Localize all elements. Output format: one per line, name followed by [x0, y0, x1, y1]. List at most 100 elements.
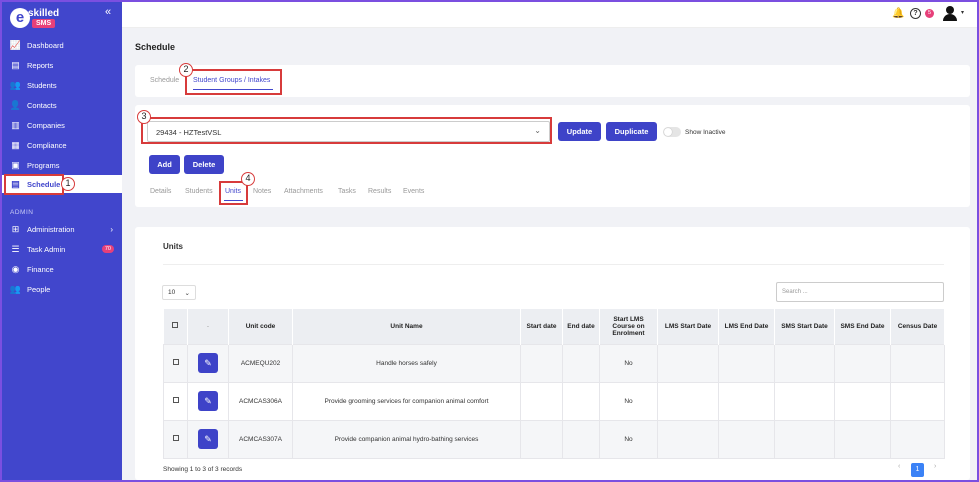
column-header[interactable]: SMS End Date: [834, 309, 891, 344]
collapse-sidebar-icon[interactable]: «: [105, 6, 111, 18]
sidebar-item-programs[interactable]: ▣ Programs: [2, 156, 122, 174]
unit-name-cell: Provide companion animal hydro-bathing s…: [292, 419, 521, 459]
unit-name-cell: Provide grooming services for companion …: [292, 381, 521, 421]
tab-attachments[interactable]: Attachments: [284, 188, 323, 195]
sidebar-item-finance[interactable]: ◉ Finance: [2, 260, 122, 278]
task-count-badge: 70: [101, 245, 114, 253]
lms-start-date-cell: [657, 381, 719, 421]
prev-page-icon[interactable]: ‹: [898, 463, 900, 470]
unit-name-cell: Handle horses safely: [292, 343, 521, 383]
annotation-number-3: 3: [137, 110, 151, 124]
logo-sms: SMS: [32, 19, 56, 28]
sidebar-item-label: Administration: [27, 224, 75, 234]
column-header[interactable]: Census Date: [890, 309, 945, 344]
logo-skilled: skilled: [28, 8, 60, 19]
tab-results[interactable]: Results: [368, 188, 391, 195]
row-checkbox[interactable]: [172, 397, 179, 403]
sidebar-item-label: Compliance: [27, 140, 67, 150]
column-header[interactable]: Unit Name: [292, 309, 521, 344]
column-header[interactable]: SMS Start Date: [774, 309, 835, 344]
select-all-checkbox[interactable]: [172, 322, 179, 329]
table-header-row: - Unit code Unit Name Start date End dat…: [163, 309, 945, 344]
select-all-header[interactable]: [163, 309, 188, 344]
unit-code-cell: ACMEQU202: [228, 343, 293, 383]
sidebar-item-students[interactable]: 👥 Students: [2, 76, 122, 94]
column-header[interactable]: LMS End Date: [718, 309, 775, 344]
tab-tasks[interactable]: Tasks: [338, 188, 356, 195]
folder-icon: ▣: [11, 159, 20, 170]
tab-events[interactable]: Events: [403, 188, 424, 195]
sidebar-item-dashboard[interactable]: 📈 Dashboard: [2, 36, 122, 54]
building-icon: ▥: [11, 119, 20, 130]
lms-end-date-cell: [718, 381, 775, 421]
sidebar-item-label: Companies: [27, 120, 65, 130]
lms-start-course-cell: No: [599, 381, 658, 421]
row-checkbox[interactable]: [172, 359, 179, 365]
add-button[interactable]: Add: [149, 155, 180, 174]
user-avatar-icon[interactable]: [942, 5, 958, 21]
tab-students[interactable]: Students: [185, 188, 213, 195]
sidebar-item-label: Dashboard: [27, 40, 64, 50]
page-length-value: 10: [168, 289, 176, 296]
column-header[interactable]: End date: [562, 309, 600, 344]
list-icon: ☰: [11, 243, 20, 254]
app-logo[interactable]: e skilled SMS: [10, 8, 62, 30]
units-table: - Unit code Unit Name Start date End dat…: [163, 309, 945, 459]
delete-button[interactable]: Delete: [184, 155, 224, 174]
row-select-cell[interactable]: [163, 419, 188, 459]
edit-icon[interactable]: ✎: [198, 391, 218, 411]
unit-code-cell: ACMCAS306A: [228, 381, 293, 421]
sidebar-item-label: People: [27, 284, 51, 294]
units-search-input[interactable]: Search ...: [776, 282, 944, 302]
end-date-cell: [562, 419, 600, 459]
column-header[interactable]: Start date: [520, 309, 563, 344]
column-header[interactable]: LMS Start Date: [657, 309, 719, 344]
column-header[interactable]: Unit code: [228, 309, 293, 344]
annotation-number-4: 4: [241, 172, 255, 186]
row-checkbox[interactable]: [172, 435, 179, 441]
sidebar-item-contacts[interactable]: 👤 Contacts: [2, 96, 122, 114]
edit-icon[interactable]: ✎: [198, 353, 218, 373]
notification-count-badge[interactable]: 5: [925, 9, 934, 18]
show-inactive-toggle[interactable]: [663, 127, 681, 137]
end-date-cell: [562, 343, 600, 383]
sidebar-item-administration[interactable]: ⊞ Administration ›: [2, 220, 122, 238]
coins-icon: ◉: [11, 263, 20, 274]
sidebar-item-companies[interactable]: ▥ Companies: [2, 116, 122, 134]
edit-icon[interactable]: ✎: [198, 429, 218, 449]
admin-section-header: ADMIN: [10, 209, 34, 216]
column-header[interactable]: Start LMS Course on Enrolment: [599, 309, 658, 344]
sidebar-item-task-admin[interactable]: ☰ Task Admin 70: [2, 240, 122, 258]
row-select-cell[interactable]: [163, 343, 188, 383]
sidebar-item-people[interactable]: 👥 People: [2, 280, 122, 298]
tab-details[interactable]: Details: [150, 188, 171, 195]
next-page-icon[interactable]: ›: [934, 463, 936, 470]
update-button[interactable]: Update: [558, 122, 601, 141]
start-date-cell: [520, 343, 563, 383]
start-date-cell: [520, 419, 563, 459]
sidebar-item-compliance[interactable]: ▦ Compliance: [2, 136, 122, 154]
caret-down-icon[interactable]: ▾: [961, 9, 964, 16]
contact-icon: 👤: [9, 99, 22, 110]
edit-cell: ✎: [187, 419, 229, 459]
main-content: Schedule Schedule Student Groups / Intak…: [122, 28, 977, 480]
duplicate-button[interactable]: Duplicate: [606, 122, 657, 141]
chevron-down-icon: ⌄: [184, 290, 190, 297]
annotation-box-3: [141, 117, 552, 144]
lms-end-date-cell: [718, 419, 775, 459]
units-section-title: Units: [163, 242, 183, 251]
column-header: -: [187, 309, 229, 344]
page-1-button[interactable]: 1: [911, 463, 924, 477]
logo-e: e: [10, 8, 30, 28]
census-date-cell: [890, 343, 945, 383]
tab-notes[interactable]: Notes: [253, 188, 271, 195]
sidebar: e skilled SMS « 📈 Dashboard ▤ Reports 👥 …: [2, 2, 122, 480]
bell-icon[interactable]: 🔔: [892, 8, 904, 19]
tab-schedule[interactable]: Schedule: [150, 77, 179, 84]
row-select-cell[interactable]: [163, 381, 188, 421]
help-icon[interactable]: ?: [910, 8, 921, 19]
page-length-select[interactable]: 10 ⌄: [162, 285, 196, 300]
sms-start-date-cell: [774, 343, 835, 383]
annotation-number-2: 2: [179, 63, 193, 77]
sidebar-item-reports[interactable]: ▤ Reports: [2, 56, 122, 74]
